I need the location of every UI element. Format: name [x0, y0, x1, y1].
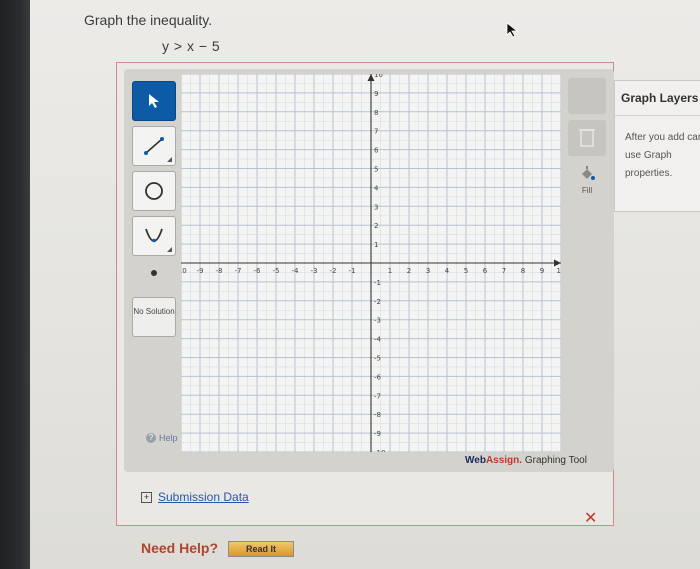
x-tick-label: 1 — [388, 267, 392, 275]
x-tick-label: -7 — [235, 267, 242, 275]
mouse-cursor-icon — [506, 22, 519, 38]
x-tick-label: -4 — [292, 267, 300, 275]
x-tick-label: 4 — [445, 267, 450, 275]
parabola-icon — [145, 228, 163, 243]
y-tick-label: 9 — [374, 90, 378, 98]
x-tick-label: -10 — [181, 267, 187, 275]
y-tick-label: -9 — [374, 430, 381, 438]
x-tick-label: 7 — [502, 267, 506, 275]
y-tick-label: 5 — [374, 166, 378, 174]
x-tick-label: 9 — [540, 267, 544, 275]
x-tick-label: -9 — [197, 267, 204, 275]
webassign-branding: WebAssign. Graphing Tool — [465, 455, 587, 466]
y-tick-label: 6 — [374, 147, 379, 155]
question-prompt: Graph the inequality. — [84, 12, 213, 28]
graph-layers-title: Graph Layers — [621, 91, 699, 105]
x-tick-label: -5 — [273, 267, 280, 275]
y-tick-label: 2 — [374, 222, 378, 230]
incorrect-x-icon: ✕ — [584, 510, 598, 527]
question-mark-icon: ? — [146, 433, 156, 443]
delete-all-button[interactable] — [568, 78, 606, 114]
y-tick-label: 1 — [374, 241, 378, 249]
y-tick-label: 10 — [374, 74, 383, 79]
arrow-cursor-icon — [149, 94, 159, 108]
graph-toolbar: No Solution — [130, 73, 180, 453]
delete-button[interactable] — [568, 120, 606, 156]
x-tick-label: 5 — [464, 267, 468, 275]
y-tick-label: -6 — [374, 373, 382, 381]
read-it-button[interactable]: Read It — [228, 541, 294, 557]
x-tick-label: 8 — [521, 267, 525, 275]
y-tick-label: -5 — [374, 355, 381, 363]
y-tick-label: -3 — [374, 317, 381, 325]
point-icon — [151, 270, 157, 276]
line-segment-icon — [144, 137, 164, 155]
submenu-triangle-icon — [167, 247, 172, 252]
y-tick-label: -10 — [374, 449, 385, 452]
circle-tool-button[interactable] — [132, 171, 176, 211]
x-tick-label: -2 — [330, 267, 337, 275]
coordinate-grid[interactable]: -10-9-8-7-6-5-4-3-2-11234567891010987654… — [175, 71, 565, 457]
y-tick-label: -2 — [374, 298, 381, 306]
x-tick-label: -1 — [349, 267, 356, 275]
graph-layers-panel: Graph Layers After you add can use Graph… — [614, 80, 700, 212]
right-toolbar: Fill — [560, 74, 610, 452]
fill-tool-button[interactable]: Fill — [568, 166, 606, 202]
help-link[interactable]: ? Help — [146, 433, 178, 443]
submenu-triangle-icon — [167, 157, 172, 162]
help-label: Help — [159, 433, 178, 443]
need-help-label: Need Help? — [141, 540, 219, 556]
y-tick-label: 3 — [374, 203, 378, 211]
graph-canvas[interactable]: -10-9-8-7-6-5-4-3-2-11234567891010987654… — [175, 71, 565, 457]
circle-icon — [145, 182, 163, 200]
line-tool-button[interactable] — [132, 126, 176, 166]
x-tick-label: 3 — [426, 267, 430, 275]
y-tick-label: 8 — [374, 109, 378, 117]
x-tick-label: -6 — [254, 267, 262, 275]
y-tick-label: -8 — [374, 411, 381, 419]
x-tick-label: -3 — [311, 267, 318, 275]
trash-icon — [579, 129, 595, 147]
submission-data-label: Submission Data — [158, 490, 249, 504]
x-tick-label: 6 — [483, 267, 488, 275]
no-solution-button[interactable]: No Solution — [132, 297, 176, 337]
point-tool-button[interactable] — [132, 253, 176, 293]
expand-plus-icon: + — [141, 491, 152, 503]
paint-bucket-icon — [582, 166, 595, 180]
y-tick-label: -1 — [374, 279, 381, 287]
y-tick-label: -4 — [374, 336, 382, 344]
parabola-tool-button[interactable] — [132, 216, 176, 256]
graph-layers-description: After you add can use Graph properties. — [625, 132, 700, 179]
screen-bezel — [0, 0, 30, 569]
x-tick-label: -8 — [216, 267, 223, 275]
pointer-tool-button[interactable] — [132, 81, 176, 121]
submission-data-toggle[interactable]: + Submission Data — [141, 490, 249, 504]
inequality-expression: y > x − 5 — [162, 38, 221, 54]
y-tick-label: -7 — [374, 392, 381, 400]
y-tick-label: 4 — [374, 184, 379, 192]
fill-label: Fill — [581, 186, 593, 195]
divider — [615, 115, 700, 116]
x-tick-label: 2 — [407, 267, 411, 275]
y-tick-label: 7 — [374, 128, 378, 136]
